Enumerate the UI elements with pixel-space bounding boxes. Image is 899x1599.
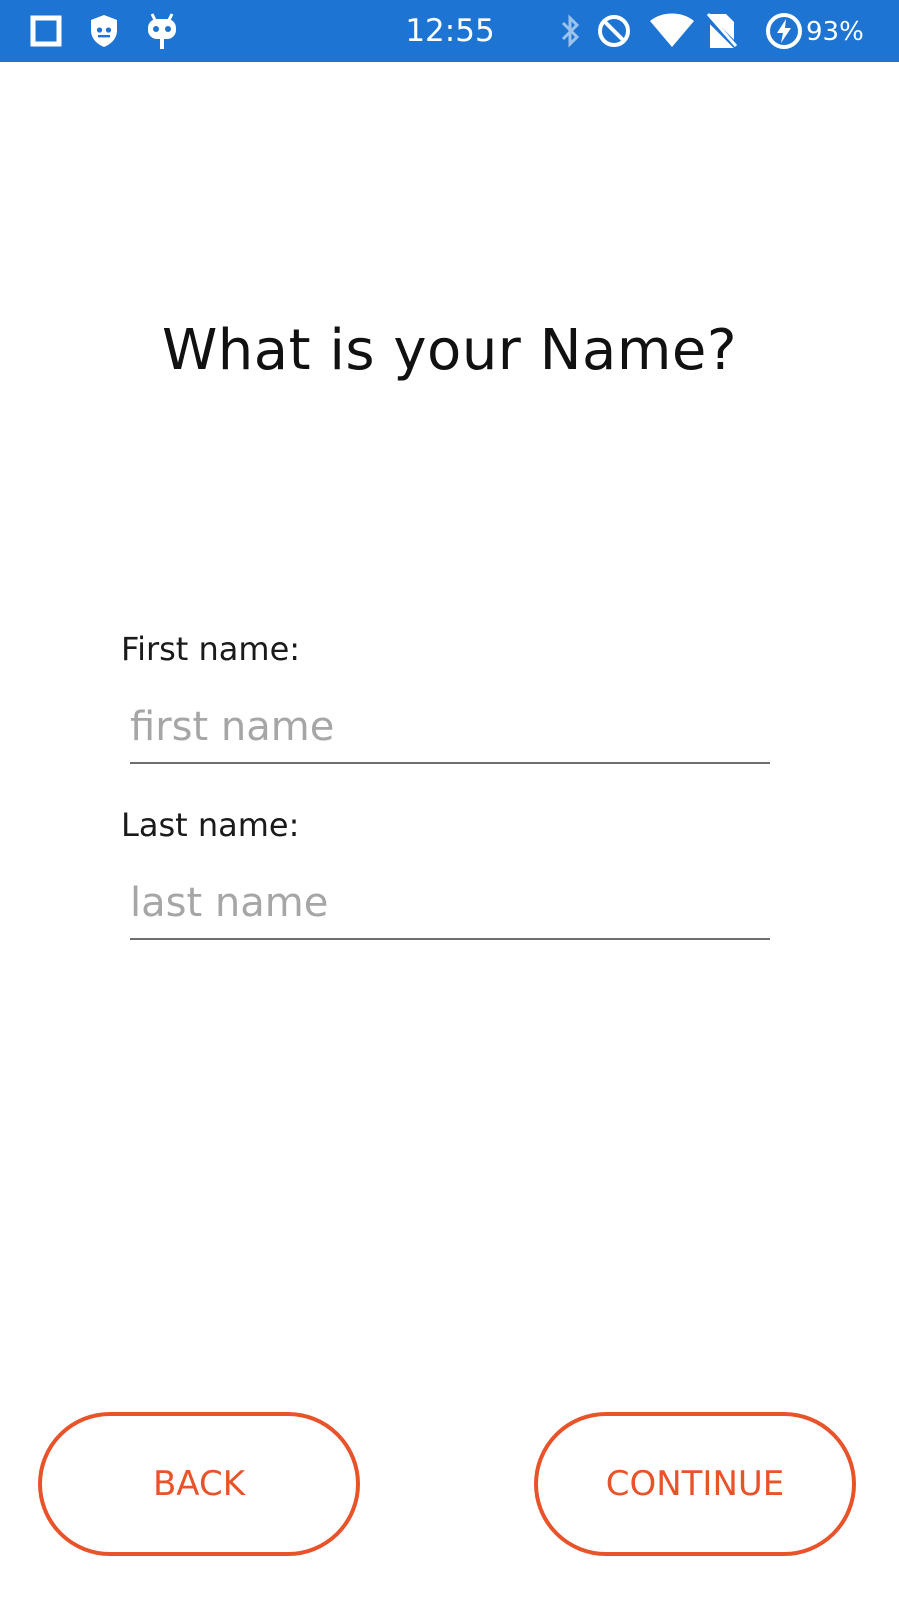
android-icon — [142, 0, 182, 62]
back-button[interactable]: BACK — [38, 1412, 360, 1556]
last-name-label: Last name: — [121, 806, 300, 844]
wifi-icon — [646, 0, 698, 62]
do-not-disturb-icon — [594, 0, 634, 62]
continue-button[interactable]: CONTINUE — [534, 1412, 856, 1556]
first-name-input[interactable] — [130, 692, 770, 764]
status-time: 12:55 — [405, 13, 495, 49]
last-name-input[interactable] — [130, 868, 770, 940]
battery-percentage: 93% — [806, 17, 864, 47]
battery-charging-icon — [764, 0, 804, 62]
shield-icon — [86, 0, 122, 62]
no-sim-icon — [702, 0, 742, 62]
page-title: What is your Name? — [161, 318, 738, 383]
bluetooth-icon — [556, 0, 586, 62]
square-icon — [26, 0, 66, 62]
status-bar: 12:55 93% — [0, 0, 899, 62]
first-name-label: First name: — [121, 630, 301, 668]
